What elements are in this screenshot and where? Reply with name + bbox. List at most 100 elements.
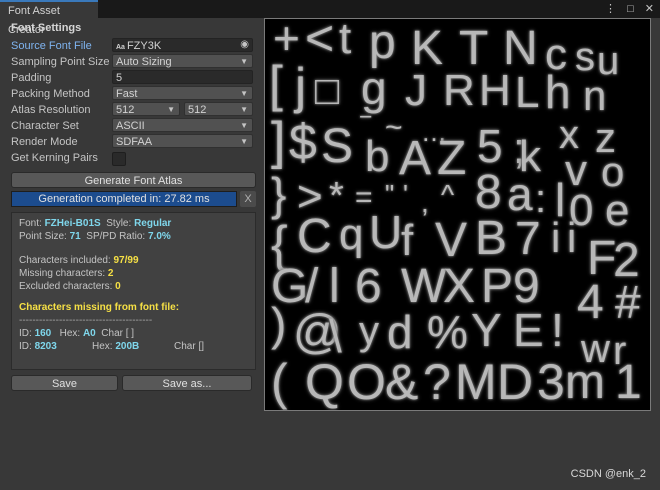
- save-as-button[interactable]: Save as...: [122, 375, 252, 391]
- atlas-glyph: L: [515, 68, 540, 117]
- hex-value: A0: [82, 328, 96, 339]
- atlas-glyph: 1: [615, 356, 642, 409]
- padding-input[interactable]: 5: [112, 70, 253, 84]
- atlas-glyph: ': [403, 179, 408, 209]
- atlas-glyph: ?: [423, 354, 451, 410]
- atlas-glyph: +: [273, 18, 300, 64]
- font-info-box: Font: FZHei-B01S Style: Regular Point Si…: [11, 212, 256, 370]
- missing-row: ID: 8203 Hex: 200B Char []: [19, 341, 249, 352]
- chevron-down-icon: ▼: [240, 57, 248, 66]
- sampling-label: Sampling Point Size: [11, 56, 110, 68]
- missing-value: 2: [107, 268, 114, 279]
- atlas-glyph: J: [405, 66, 427, 115]
- atlas-glyph: 3: [537, 354, 565, 410]
- excluded-prefix: Excluded characters:: [19, 281, 116, 292]
- packing-row: Packing Method Fast ▼: [11, 86, 256, 102]
- atlas-glyph: t: [339, 18, 352, 63]
- missing-line: Missing characters: 2: [19, 268, 113, 279]
- atlas-height-dropdown[interactable]: 512 ▼: [184, 102, 253, 116]
- more-icon[interactable]: ⋮: [605, 3, 616, 15]
- padding-row: Padding 5: [11, 70, 256, 86]
- character-set-dropdown[interactable]: ASCII ▼: [112, 118, 253, 132]
- missing-row: ID: 160 Hex: A0 Char [ ]: [19, 328, 249, 339]
- char-value: Char []: [174, 341, 205, 352]
- packing-value: Fast: [116, 88, 138, 100]
- atlas-glyph: j: [295, 58, 307, 114]
- source-font-value: FZY3K: [126, 40, 162, 52]
- atlas-glyph: E: [513, 304, 544, 356]
- atlas-glyph: ": [385, 179, 395, 209]
- atlas-glyph: f: [401, 216, 414, 265]
- point-size-line: Point Size: 71 SP/PD Ratio: 7.0%: [19, 231, 171, 242]
- missing-prefix: Missing characters:: [19, 268, 108, 279]
- atlas-glyph: 8: [475, 166, 502, 219]
- id-value: 160: [34, 328, 52, 339]
- character-set-value: ASCII: [116, 120, 145, 132]
- ratio-value: 7.0%: [147, 231, 171, 242]
- atlas-glyph: M: [455, 354, 497, 410]
- atlas-glyph: W: [401, 260, 447, 313]
- sampling-row: Sampling Point Size Auto Sizing ▼: [11, 54, 256, 70]
- ratio-prefix: SP/PD Ratio:: [86, 231, 148, 242]
- progress-text: Generation completed in: 27.82 ms: [38, 193, 210, 205]
- atlas-glyph: g: [361, 62, 387, 114]
- atlas-glyph: ]: [271, 112, 286, 170]
- atlas-glyph: □: [315, 69, 340, 113]
- atlas-glyph: !: [551, 304, 564, 356]
- atlas-glyph: }: [271, 168, 287, 220]
- atlas-glyph: V: [435, 214, 468, 267]
- generate-atlas-button[interactable]: Generate Font Atlas: [11, 172, 256, 188]
- font-line: Font: FZHei-B01S Style: Regular: [19, 218, 171, 229]
- maximize-icon[interactable]: □: [627, 3, 634, 15]
- style-prefix: Style:: [106, 218, 135, 229]
- atlas-glyph: 6: [355, 260, 382, 313]
- included-prefix: Characters included:: [19, 255, 114, 266]
- hex-value: 200B: [115, 341, 140, 352]
- window-tab[interactable]: Font Asset Creator: [0, 0, 98, 36]
- render-mode-row: Render Mode SDFAA ▼: [11, 134, 256, 150]
- atlas-resolution-label: Atlas Resolution: [11, 104, 91, 116]
- character-set-label: Character Set: [11, 120, 79, 132]
- source-font-label: Source Font File: [11, 40, 92, 52]
- render-mode-label: Render Mode: [11, 136, 78, 148]
- atlas-glyph: %: [427, 306, 468, 358]
- atlas-glyph: ,: [421, 187, 429, 218]
- divider: ----------------------------------------: [19, 315, 153, 326]
- atlas-glyph: i: [567, 214, 577, 261]
- missing-title: Characters missing from font file:: [19, 302, 180, 313]
- atlas-glyph: $: [289, 114, 317, 170]
- atlas-glyph: Z: [437, 132, 467, 185]
- atlas-width-dropdown[interactable]: 512 ▼: [112, 102, 180, 116]
- source-font-field[interactable]: Aa FZY3K ◉: [112, 38, 253, 52]
- close-icon[interactable]: ✕: [645, 3, 654, 15]
- atlas-glyph: ): [271, 298, 287, 350]
- render-mode-dropdown[interactable]: SDFAA ▼: [112, 134, 253, 148]
- watermark: CSDN @enk_2: [570, 468, 646, 480]
- object-picker-icon[interactable]: ◉: [240, 38, 249, 52]
- font-atlas-preview: + < t p K T Nc s u[j □ g J R H Lh n] $ S ‾ ~… 5; x z b A Zk v o} > * =…: [264, 18, 651, 411]
- included-value: 97/99: [113, 255, 139, 266]
- save-button[interactable]: Save: [11, 375, 118, 391]
- atlas-glyph: H: [479, 66, 511, 115]
- excluded-line: Excluded characters: 0: [19, 281, 121, 292]
- chevron-down-icon: ▼: [240, 105, 248, 114]
- hex-group: Hex: 200B: [92, 341, 139, 352]
- cancel-generation-button[interactable]: X: [240, 191, 256, 207]
- atlas-glyph: #: [615, 276, 641, 328]
- point-size-value: 71: [69, 231, 81, 242]
- chevron-down-icon: ▼: [240, 137, 248, 146]
- atlas-glyph: q: [339, 210, 364, 259]
- atlas-height-value: 512: [188, 104, 207, 116]
- atlas-glyph: (: [271, 354, 288, 410]
- style-value: Regular: [134, 218, 172, 229]
- kerning-checkbox[interactable]: [112, 152, 126, 166]
- atlas-glyph: 4: [577, 276, 604, 329]
- atlas-glyph: C: [297, 210, 332, 263]
- window-titlebar: Font Asset Creator ⋮ □ ✕: [0, 0, 660, 36]
- atlas-glyph: 5: [477, 120, 503, 172]
- chevron-down-icon: ▼: [240, 89, 248, 98]
- packing-dropdown[interactable]: Fast ▼: [112, 86, 253, 100]
- atlas-glyph: y: [359, 309, 379, 353]
- sampling-dropdown[interactable]: Auto Sizing ▼: [112, 54, 253, 68]
- packing-label: Packing Method: [11, 88, 90, 100]
